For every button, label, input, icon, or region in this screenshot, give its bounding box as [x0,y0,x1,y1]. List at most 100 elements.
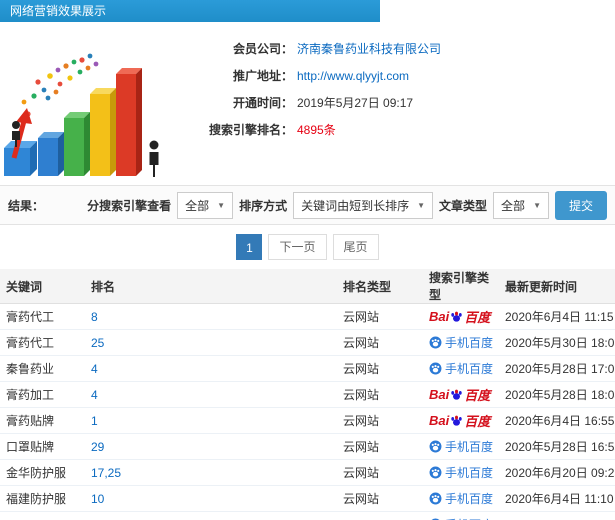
submit-button[interactable]: 提交 [554,190,607,220]
rank-link[interactable]: 17,25 [91,466,121,480]
rank-cell: 17,25 [85,459,337,486]
rank-link[interactable]: 29 [91,440,104,454]
rank-cell: 29 [85,433,337,460]
engine-cell: 手机百度 [423,355,499,382]
pagination-next-button[interactable]: 下一页 [268,234,327,260]
rank-link[interactable]: 10 [91,492,104,506]
article-type-select[interactable]: 全部 ▼ [493,191,549,219]
marketing-clipart-image [4,53,159,177]
engine-filter-value: 全部 [185,198,210,213]
mobile-baidu-logo: 手机百度 [429,490,493,507]
chevron-down-icon: ▼ [417,200,426,210]
article-type-label: 文章类型 [439,198,488,213]
keyword-cell: 膏药代工 [0,329,85,356]
keyword-cell: 膏药贴牌 [0,407,85,434]
keyword-cell [0,511,85,520]
result-label: 结果： [8,198,45,213]
baidu-logo: Bai 百度 [429,413,491,429]
sort-filter-value: 关键词由短到长排序 [301,198,410,213]
mobile-baidu-icon [429,336,442,348]
rank-link[interactable]: 1 [91,414,98,428]
keyword-cell: 膏药代工 [0,303,85,330]
updated-cell: 2020年5月30日 18:06 [499,329,615,356]
keyword-cell: 口罩贴牌 [0,433,85,460]
pagination-last-button[interactable]: 尾页 [332,234,379,260]
updated-cell [499,511,615,520]
rank-cell [85,511,337,520]
rank-cell: 25 [85,329,337,356]
chevron-down-icon: ▼ [217,200,226,210]
updated-cell: 2020年5月28日 16:55 [499,433,615,460]
rank-cell: 1 [85,407,337,434]
mobile-baidu-icon [429,440,442,452]
updated-cell: 2020年5月28日 17:02 [499,355,615,382]
mobile-baidu-logo: 手机百度 [429,334,493,351]
pagination-current-page[interactable]: 1 [236,234,263,260]
marketing-clipart [0,26,185,184]
updated-cell: 2020年6月4日 11:15 [499,303,615,330]
engine-cell: Bai 百度 [423,381,499,408]
table-row: 手机百度 [0,511,615,520]
info-fields: 会员公司： 济南秦鲁药业科技有限公司推广地址： http://www.qlyyjt.… [185,26,615,185]
table-row: 福建防护服 10 云网站 手机百度 2020年6月4日 11:10 [0,485,615,512]
table-row: 金华防护服 17,25 云网站 手机百度 2020年6月20日 09:25 [0,459,615,486]
sort-filter-select[interactable]: 关键词由短到长排序 ▼ [293,191,434,219]
rank-type-cell: 云网站 [337,355,423,382]
info-field: 推广地址： http://www.qlyyjt.com [185,67,615,85]
table-header-row: 关键词 排名 排名类型 搜索引擎类型 最新更新时间 [0,269,615,304]
keyword-cell: 福建防护服 [0,485,85,512]
keyword-cell: 金华防护服 [0,459,85,486]
engine-cell: 手机百度 [423,459,499,486]
rank-type-cell: 云网站 [337,433,423,460]
info-field-label: 会员公司： [232,42,293,56]
mobile-baidu-icon [429,362,442,374]
rank-cell: 10 [85,485,337,512]
info-field-value: 4895条 [297,123,336,137]
mobile-baidu-label: 手机百度 [445,465,494,480]
table-row: 膏药加工 4 云网站 Bai 百度 2020年5月28日 18:03 [0,381,615,408]
mobile-baidu-label: 手机百度 [445,491,494,506]
engine-cell: 手机百度 [423,329,499,356]
engine-cell: Bai 百度 [423,407,499,434]
info-field-value[interactable]: 济南秦鲁药业科技有限公司 [297,40,441,58]
rank-type-cell: 云网站 [337,381,423,408]
page: 网络营销效果展示 会员公司： 济南秦鲁药业科技有限公司 推广地址： http:/… [0,0,615,520]
mobile-baidu-label: 手机百度 [445,516,493,520]
rank-type-cell [337,511,423,520]
baidu-logo: Bai 百度 [429,387,491,403]
rank-cell: 4 [85,355,337,382]
window-titlebar: 网络营销效果展示 [0,0,380,22]
filter-controls: 分搜索引擎查看 全部 ▼ 排序方式 关键词由短到长排序 ▼ 文章类型 全部 ▼ … [87,190,607,220]
keyword-cell: 秦鲁药业 [0,355,85,382]
chevron-down-icon: ▼ [533,200,541,210]
updated-cell: 2020年6月4日 16:55 [499,407,615,434]
info-section: 会员公司： 济南秦鲁药业科技有限公司推广地址： http://www.qlyyjt.… [0,22,615,185]
engine-filter-select[interactable]: 全部 ▼ [177,191,234,219]
mobile-baidu-logo: 手机百度 [429,516,493,520]
mobile-baidu-label: 手机百度 [445,439,494,454]
rank-link[interactable]: 25 [91,336,104,350]
info-field: 开通时间： 2019年5月27日 09:17 [185,94,615,112]
updated-cell: 2020年5月28日 18:03 [499,381,615,408]
rank-type-cell: 云网站 [337,407,423,434]
table-body: 膏药代工 8 云网站 Bai 百度 2020年6月4日 11:15 膏药代工 25 云网站 手机百… [0,303,615,520]
rank-type-cell: 云网站 [337,329,423,356]
info-field-label: 搜索引擎排名： [208,123,293,137]
article-type-value: 全部 [501,198,526,213]
column-header: 排名类型 [337,269,423,304]
rank-link[interactable]: 4 [91,362,98,376]
rank-type-cell: 云网站 [337,303,423,330]
rank-link[interactable]: 8 [91,310,98,324]
rank-type-cell: 云网站 [337,459,423,486]
engine-cell: 手机百度 [423,485,499,512]
info-field: 会员公司： 济南秦鲁药业科技有限公司 [185,40,615,58]
info-field-label: 开通时间： [232,96,293,110]
column-header: 排名 [85,269,337,304]
column-header: 最新更新时间 [499,269,615,304]
rank-link[interactable]: 4 [91,388,98,402]
mobile-baidu-label: 手机百度 [445,361,494,376]
engine-cell: 手机百度 [423,511,499,520]
info-field-value[interactable]: http://www.qlyyjt.com [297,67,409,85]
table-row: 口罩贴牌 29 云网站 手机百度 2020年5月28日 16:55 [0,433,615,460]
mobile-baidu-icon [429,466,442,478]
